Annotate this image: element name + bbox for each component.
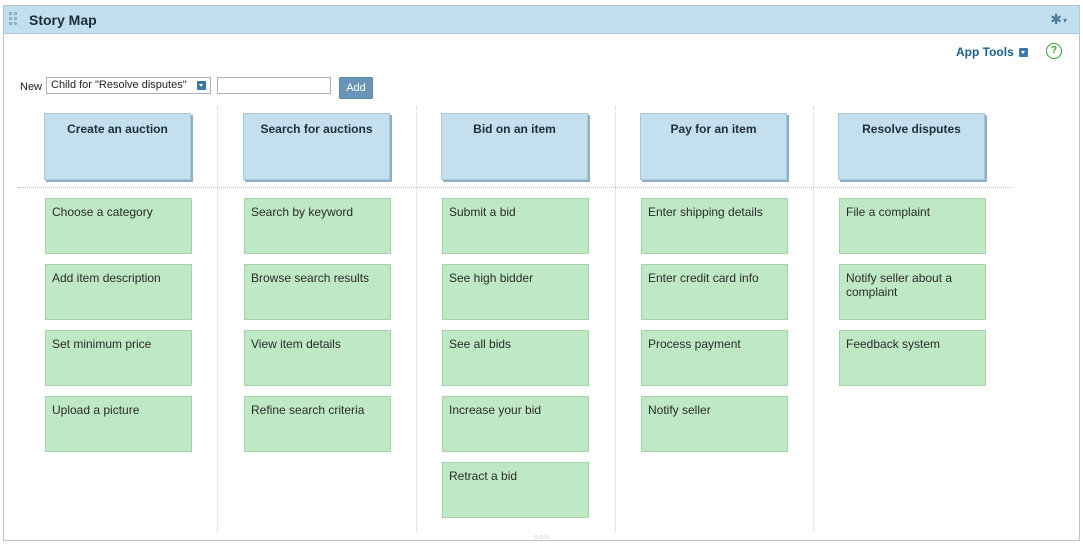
activity-card[interactable]: Resolve disputes	[838, 113, 985, 180]
story-card[interactable]: Set minimum price	[45, 330, 192, 386]
panel-title: Story Map	[29, 12, 97, 28]
column-divider	[217, 106, 218, 531]
story-card[interactable]: Process payment	[641, 330, 788, 386]
activity-card[interactable]: Search for auctions	[243, 113, 390, 180]
app-tools-menu[interactable]: App Tools	[956, 45, 1028, 59]
story-card[interactable]: Enter credit card info	[641, 264, 788, 320]
activity-card[interactable]: Pay for an item	[640, 113, 787, 180]
story-card[interactable]: Enter shipping details	[641, 198, 788, 254]
new-label: New	[20, 81, 43, 93]
story-card[interactable]: Upload a picture	[45, 396, 192, 452]
panel-titlebar: Story Map ✱▾	[4, 6, 1079, 34]
story-card[interactable]: Notify seller about a complaint	[839, 264, 986, 320]
activity-card[interactable]: Create an auction	[44, 113, 191, 180]
story-card[interactable]: Feedback system	[839, 330, 986, 386]
story-card[interactable]: Search by keyword	[244, 198, 391, 254]
story-card[interactable]: View item details	[244, 330, 391, 386]
chevron-down-icon	[197, 81, 206, 90]
parent-select[interactable]: Child for "Resolve disputes"	[46, 77, 211, 94]
app-tools-label: App Tools	[956, 45, 1014, 59]
story-map-panel: Story Map ✱▾ App Tools ? New Child for "…	[3, 5, 1080, 541]
drag-grip-icon[interactable]	[9, 12, 19, 28]
story-card[interactable]: Retract a bid	[442, 462, 589, 518]
add-button[interactable]: Add	[339, 77, 373, 99]
story-card[interactable]: Refine search criteria	[244, 396, 391, 452]
resize-handle-icon[interactable]: ○○○	[534, 534, 550, 541]
story-card[interactable]: Notify seller	[641, 396, 788, 452]
story-card[interactable]: See high bidder	[442, 264, 589, 320]
story-card[interactable]: Add item description	[45, 264, 192, 320]
story-card[interactable]: Choose a category	[45, 198, 192, 254]
story-card[interactable]: Submit a bid	[442, 198, 589, 254]
story-card[interactable]: File a complaint	[839, 198, 986, 254]
column-divider	[615, 106, 616, 531]
activity-divider	[18, 187, 1012, 188]
story-name-input[interactable]	[217, 77, 331, 94]
chevron-down-icon	[1018, 48, 1028, 57]
help-icon[interactable]: ?	[1046, 43, 1062, 59]
activity-card[interactable]: Bid on an item	[441, 113, 588, 180]
column-divider	[416, 106, 417, 531]
settings-gear-icon[interactable]: ✱▾	[1050, 11, 1067, 28]
column-divider	[813, 106, 814, 531]
story-card[interactable]: See all bids	[442, 330, 589, 386]
story-card[interactable]: Increase your bid	[442, 396, 589, 452]
story-card[interactable]: Browse search results	[244, 264, 391, 320]
parent-select-value: Child for "Resolve disputes"	[51, 79, 187, 91]
